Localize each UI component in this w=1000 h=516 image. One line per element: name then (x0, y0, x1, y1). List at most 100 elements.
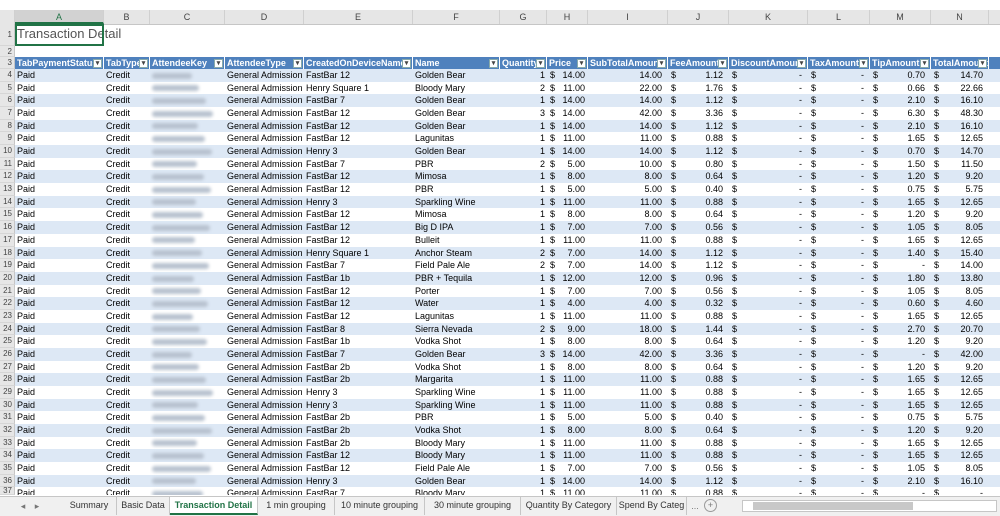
sheet-tab[interactable]: Basic Data (117, 497, 170, 515)
table-cell[interactable]: $12.65 (931, 196, 989, 209)
table-cell[interactable] (150, 361, 225, 374)
table-cell[interactable]: 14.00 (588, 475, 668, 488)
table-cell[interactable]: $0.70 (870, 145, 931, 158)
table-cell[interactable]: Paid (15, 259, 104, 272)
table-cell[interactable]: General Admission (225, 424, 304, 437)
table-cell[interactable]: $1.65 (870, 386, 931, 399)
table-cell[interactable]: Paid (15, 285, 104, 298)
table-cell[interactable]: Credit (104, 259, 150, 272)
row-header[interactable]: 37 (0, 487, 15, 495)
table-cell[interactable]: Lagunitas (413, 310, 500, 323)
table-cell[interactable]: 11.00 (588, 487, 668, 495)
filter-dropdown-icon[interactable]: ▾ (214, 59, 223, 68)
table-cell[interactable] (150, 386, 225, 399)
table-cell[interactable]: $ - (729, 272, 808, 285)
table-cell[interactable]: General Admission (225, 145, 304, 158)
table-cell[interactable]: $ - (808, 259, 870, 272)
table-cell[interactable]: Credit (104, 348, 150, 361)
sheet-tab[interactable]: 10 minute grouping (335, 497, 425, 515)
table-cell[interactable]: Paid (15, 196, 104, 209)
table-cell[interactable]: 14.00 (588, 120, 668, 133)
table-cell[interactable]: Paid (15, 69, 104, 82)
table-cell[interactable]: $1.65 (870, 234, 931, 247)
table-cell[interactable]: FastBar 1b (304, 335, 413, 348)
table-cell[interactable]: General Admission (225, 82, 304, 95)
table-cell[interactable]: 42.00 (588, 348, 668, 361)
table-cell[interactable]: FastBar 12 (304, 69, 413, 82)
table-cell[interactable]: $12.65 (931, 132, 989, 145)
table-cell[interactable]: $ - (808, 310, 870, 323)
table-cell[interactable]: 1 (500, 69, 547, 82)
table-cell[interactable] (150, 348, 225, 361)
table-cell[interactable]: $1.44 (668, 323, 729, 336)
table-cell[interactable]: 18.00 (588, 323, 668, 336)
table-cell[interactable]: General Admission (225, 297, 304, 310)
table-cell[interactable]: $ - (808, 475, 870, 488)
table-cell[interactable]: $7.00 (547, 259, 588, 272)
table-cell[interactable]: $ - (808, 399, 870, 412)
table-cell[interactable]: Paid (15, 399, 104, 412)
table-cell[interactable]: $2.10 (870, 120, 931, 133)
table-cell[interactable]: 1 (500, 297, 547, 310)
table-cell[interactable]: General Admission (225, 120, 304, 133)
table-cell[interactable]: Henry 3 (304, 399, 413, 412)
table-cell[interactable]: $12.65 (931, 437, 989, 450)
table-row[interactable]: Paid Credit General Admission FastBar 12 Bul… (15, 233, 1000, 247)
table-cell[interactable]: $1.12 (668, 475, 729, 488)
table-cell[interactable]: $ - (808, 335, 870, 348)
table-cell[interactable]: FastBar 12 (304, 170, 413, 183)
table-cell[interactable]: 11.00 (588, 399, 668, 412)
table-cell[interactable]: $0.56 (668, 285, 729, 298)
table-cell[interactable]: $42.00 (931, 348, 989, 361)
table-cell[interactable] (150, 285, 225, 298)
table-cell[interactable]: $22.66 (931, 82, 989, 95)
table-cell[interactable]: 11.00 (588, 386, 668, 399)
table-row[interactable]: Paid Credit General Admission FastBar 12 Lag… (15, 132, 1000, 146)
table-cell[interactable]: Anchor Steam (413, 247, 500, 260)
row-header[interactable]: 25 (0, 335, 15, 348)
table-cell[interactable]: $11.00 (547, 82, 588, 95)
table-cell[interactable]: General Admission (225, 335, 304, 348)
table-cell[interactable] (150, 94, 225, 107)
table-cell[interactable]: Vodka Shot (413, 424, 500, 437)
table-cell[interactable]: Henry 3 (304, 145, 413, 158)
table-cell[interactable]: General Admission (225, 221, 304, 234)
table-cell[interactable]: FastBar 12 (304, 208, 413, 221)
table-cell[interactable]: FastBar 7 (304, 94, 413, 107)
sheet-tab[interactable]: Spend By Categ (617, 497, 687, 515)
table-cell[interactable]: $7.00 (547, 247, 588, 260)
selected-cell-a1[interactable] (15, 24, 104, 46)
table-cell[interactable]: FastBar 8 (304, 323, 413, 336)
table-cell[interactable]: $ - (808, 373, 870, 386)
table-cell[interactable]: Porter (413, 285, 500, 298)
table-cell[interactable]: $48.30 (931, 107, 989, 120)
tab-scroll-right-icon[interactable]: ▸ (30, 499, 44, 513)
table-cell[interactable]: 1 (500, 170, 547, 183)
table-cell[interactable]: $11.00 (547, 487, 588, 495)
table-cell[interactable]: $ - (729, 297, 808, 310)
table-cell[interactable]: FastBar 12 (304, 132, 413, 145)
table-cell[interactable]: $1.12 (668, 259, 729, 272)
table-cell[interactable]: 8.00 (588, 424, 668, 437)
table-cell[interactable]: Credit (104, 373, 150, 386)
table-cell[interactable]: FastBar 7 (304, 348, 413, 361)
table-cell[interactable]: 1 (500, 183, 547, 196)
table-cell[interactable]: $0.75 (870, 411, 931, 424)
table-cell[interactable] (150, 424, 225, 437)
table-cell[interactable]: $2.10 (870, 475, 931, 488)
table-cell[interactable]: $ - (870, 487, 931, 495)
table-cell[interactable]: $9.20 (931, 361, 989, 374)
table-cell[interactable]: Sparkling Wine (413, 399, 500, 412)
table-cell[interactable]: $ - (808, 487, 870, 495)
table-cell[interactable]: Credit (104, 183, 150, 196)
table-cell[interactable]: $14.00 (547, 69, 588, 82)
table-cell[interactable]: Paid (15, 170, 104, 183)
table-cell[interactable] (150, 69, 225, 82)
table-cell[interactable]: $1.12 (668, 247, 729, 260)
table-cell[interactable]: $8.05 (931, 285, 989, 298)
table-cell[interactable]: $8.00 (547, 208, 588, 221)
table-cell[interactable]: $5.75 (931, 183, 989, 196)
table-cell[interactable]: $ - (808, 437, 870, 450)
table-cell[interactable]: $0.88 (668, 234, 729, 247)
table-cell[interactable]: Credit (104, 335, 150, 348)
